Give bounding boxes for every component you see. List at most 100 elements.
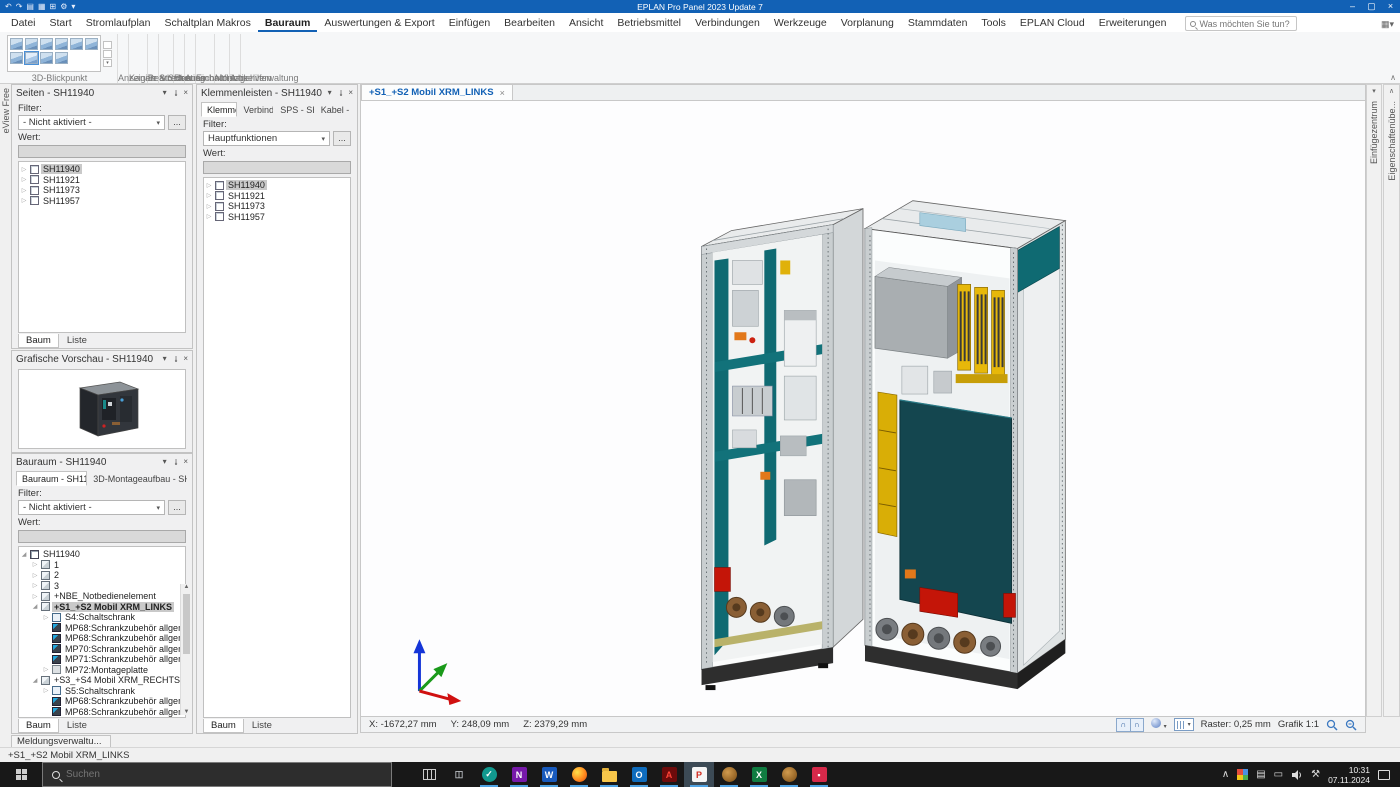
tree-item[interactable]: ▷ SH11957 [20,196,184,207]
panel-tab[interactable]: SPS - SH11... [274,102,315,117]
filter-more-button[interactable]: ... [333,131,351,146]
tree-item[interactable]: ▷ SH11940 [205,180,349,191]
menu-auswertungen-export[interactable]: Auswertungen & Export [317,15,441,32]
eigenschaften-dock-tab[interactable]: ∧ Eigenschaftenübe... [1383,84,1400,717]
menu-stromlaufplan[interactable]: Stromlaufplan [79,15,158,32]
close-icon[interactable]: × [183,454,188,470]
excel-app[interactable]: X [744,762,774,787]
tree-item[interactable]: ▷ 3 [31,581,172,592]
menu-start[interactable]: Start [43,15,79,32]
object-snap-icon[interactable]: ∩ [1117,719,1130,731]
tree-item[interactable]: MP71:Schrankzubehör allgemein [42,654,172,665]
tree-item[interactable]: ▷ SH11973 [205,201,349,212]
close-icon[interactable]: × [348,85,353,101]
filter-select[interactable]: - Nicht aktiviert -▾ [18,500,165,515]
panel-menu-icon[interactable]: ▾ [163,454,167,470]
undo-icon[interactable]: ↶ [5,0,12,13]
menu-datei[interactable]: Datei [4,15,43,32]
tree-item[interactable]: ▷ S5:Schaltschrank [42,686,172,697]
render-mode-dropdown[interactable]: ▾ [1151,718,1167,731]
start-button[interactable] [0,762,42,787]
tree-expander[interactable]: ▷ [31,572,39,579]
tree-item[interactable]: ▷ SH11957 [205,212,349,223]
wert-input[interactable] [203,161,351,174]
close-tab-icon[interactable]: × [500,88,505,98]
ribbon-layout-icon[interactable]: ▦▾ [1381,19,1394,30]
tab-baum[interactable]: Baum [203,719,244,733]
panel-menu-icon[interactable]: ▾ [163,85,167,101]
menu-bauraum[interactable]: Bauraum [258,15,318,32]
tab-liste[interactable]: Liste [59,719,95,733]
tree-item[interactable]: MP68:Schrankzubehör allgemein [42,696,172,707]
viewpoint-cube-button[interactable] [25,52,38,64]
action-center-icon[interactable] [1378,770,1390,780]
panel-menu-icon[interactable]: ▾ [163,351,167,367]
task-view-button[interactable] [414,762,444,787]
tree-item[interactable]: MP69:Schrankzubehör allgemein [42,717,172,718]
tree-expander[interactable]: ▷ [20,166,28,173]
tab-baum[interactable]: Baum [18,719,59,733]
cookie-app-2[interactable] [774,762,804,787]
tree-item[interactable]: MP68:Schrankzubehör allgemein [42,623,172,634]
menu-vorplanung[interactable]: Vorplanung [834,15,901,32]
tree-item[interactable]: ▷ S4:Schaltschrank [42,612,172,623]
tree-expander[interactable]: ▷ [42,666,50,673]
volume-icon[interactable] [1291,769,1303,781]
tray-color-app-icon[interactable] [1237,769,1248,780]
filter-more-button[interactable]: ... [168,115,186,130]
tell-me-search[interactable] [1185,16,1297,31]
pin-icon[interactable]: ⊸ [332,90,348,97]
tree-item[interactable]: ▷ SH11940 [20,164,184,175]
restore-button[interactable]: ▢ [1362,0,1381,13]
tree-item[interactable]: ▷ +NBE_Notbedienelement [31,591,172,602]
left-cabinet[interactable] [702,209,863,690]
qat-more-icon[interactable]: ▾ [71,0,75,13]
tree-expander[interactable]: ▷ [205,203,213,210]
tree-item[interactable]: ▷ MP72:Montageplatte [42,665,172,676]
outlook-app[interactable]: O [624,762,654,787]
firefox-app[interactable] [564,762,594,787]
tree-item[interactable]: ◢ SH11940 [20,549,172,560]
cookie-app[interactable] [714,762,744,787]
insert-page-icon[interactable]: ▤ [26,0,34,13]
quick-assist-app[interactable]: ◫ [444,762,474,787]
tree-expander[interactable]: ◢ [20,551,28,558]
zoom-area-icon[interactable] [1345,719,1357,731]
tree-item[interactable]: ▷ SH11973 [20,185,184,196]
table-icon[interactable]: ▦ [38,0,46,13]
collapse-icon[interactable]: ∧ [1389,85,1394,97]
viewpoint-cube-button[interactable] [70,38,83,50]
tree-expander[interactable]: ▷ [31,561,39,568]
panel-tab[interactable]: Bauraum - SH11940 [16,471,87,486]
tree-expander[interactable]: ▷ [42,687,50,694]
tree-expander[interactable]: ▷ [42,614,50,621]
panel-tab[interactable]: 3D-Montageaufbau - SH11940 [87,471,188,486]
tree-item[interactable]: ▷ 1 [31,560,172,571]
wert-input[interactable] [18,530,186,543]
pin-icon[interactable]: ⊸ [167,90,183,97]
viewpoint-cube-button[interactable] [55,52,68,64]
onenote-app[interactable]: N [504,762,534,787]
scroll-down-icon[interactable]: ▼ [182,709,191,715]
wert-input[interactable] [18,145,186,158]
check-circle-app[interactable]: ✓ [474,762,504,787]
document-tab[interactable]: +S1_+S2 Mobil XRM_LINKS × [361,85,513,100]
viewpoint-cube-button[interactable] [40,52,53,64]
word-app[interactable]: W [534,762,564,787]
tree-item[interactable]: ▷ SH11921 [20,175,184,186]
tree-item[interactable]: ◢ +S1_+S2 Mobil XRM_LINKS [31,602,172,613]
menu-eplan-cloud[interactable]: EPLAN Cloud [1013,15,1092,32]
scroll-up-icon[interactable]: ▲ [182,584,191,590]
tree-expander[interactable]: ▷ [31,593,39,600]
tray-folder-icon[interactable]: ▤ [1256,769,1265,780]
filter-select[interactable]: Hauptfunktionen▾ [203,131,330,146]
tree-item[interactable]: MP68:Schrankzubehör allgemein [42,707,172,718]
menu-verbindungen[interactable]: Verbindungen [688,15,767,32]
red-app[interactable]: ▪ [804,762,834,787]
close-icon[interactable]: × [183,351,188,367]
pin-icon[interactable]: ⊸ [167,356,183,363]
grid-icon[interactable]: ⊞ [50,0,57,13]
panel-tab[interactable]: Verbindun... [237,102,274,117]
pin-icon[interactable]: ⊸ [167,459,183,466]
tray-display-icon[interactable]: ▭ [1274,769,1283,780]
